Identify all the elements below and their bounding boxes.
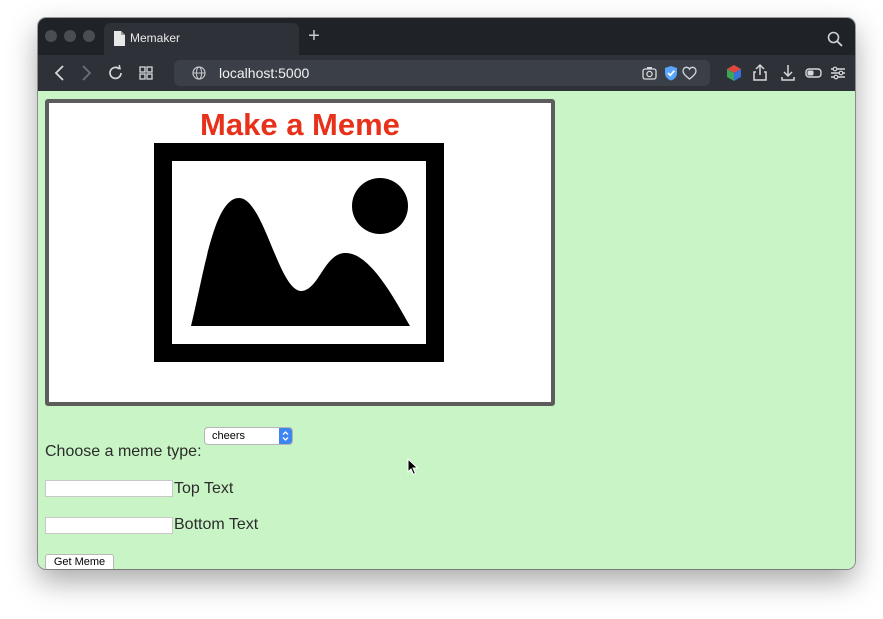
- address-bar[interactable]: localhost:5000: [174, 60, 710, 86]
- page-content: Make a Meme Choose a meme type: cheers T…: [38, 91, 855, 569]
- file-icon: [114, 31, 125, 46]
- back-icon[interactable]: [51, 63, 71, 83]
- meme-preview: Make a Meme: [45, 99, 555, 406]
- tab-strip: Memaker +: [38, 18, 855, 55]
- meme-heading: Make a Meme: [200, 107, 400, 142]
- bottom-text-label: Bottom Text: [174, 516, 259, 533]
- shield-check-icon[interactable]: [664, 65, 678, 81]
- forward-icon[interactable]: [76, 63, 96, 83]
- tab-grid-icon[interactable]: [136, 63, 156, 83]
- get-meme-button[interactable]: Get Meme: [45, 554, 114, 569]
- zoom-window-button[interactable]: [83, 30, 95, 42]
- tab-title: Memaker: [130, 31, 181, 45]
- tab-memaker[interactable]: Memaker: [104, 23, 299, 55]
- top-text-label: Top Text: [174, 480, 234, 497]
- search-icon[interactable]: [827, 31, 843, 47]
- reload-icon[interactable]: [106, 63, 126, 83]
- url-text: localhost:5000: [219, 65, 310, 81]
- meme-type-value: cheers: [212, 430, 246, 442]
- image-placeholder-icon: [154, 143, 444, 362]
- mouse-pointer-icon: [407, 458, 419, 476]
- globe-icon: [192, 66, 206, 80]
- camera-icon[interactable]: [642, 66, 657, 80]
- heart-icon[interactable]: [682, 66, 697, 80]
- download-icon[interactable]: [778, 63, 798, 83]
- new-tab-button[interactable]: +: [304, 26, 324, 46]
- meme-type-select[interactable]: cheers: [204, 427, 293, 445]
- toolbar: localhost:5000: [38, 55, 855, 91]
- share-icon[interactable]: [750, 63, 770, 83]
- chevron-updown-icon: [279, 428, 292, 444]
- battery-icon[interactable]: [804, 63, 824, 83]
- bottom-text-input[interactable]: [45, 517, 173, 534]
- settings-sliders-icon[interactable]: [828, 63, 848, 83]
- extension-cube-icon[interactable]: [724, 63, 744, 83]
- minimize-window-button[interactable]: [64, 30, 76, 42]
- close-window-button[interactable]: [45, 30, 57, 42]
- browser-window: Memaker + localhost:5000 Make a Meme Cho…: [38, 18, 855, 569]
- top-text-input[interactable]: [45, 480, 173, 497]
- meme-type-label: Choose a meme type:: [45, 443, 202, 460]
